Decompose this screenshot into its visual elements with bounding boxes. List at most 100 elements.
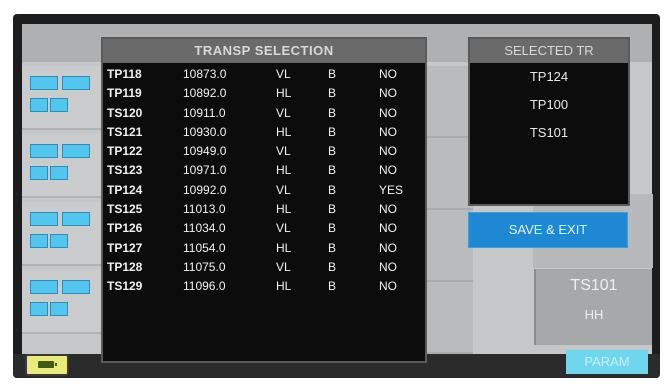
background-transponder-tile[interactable]: TS101 HH	[534, 269, 652, 345]
transponder-row[interactable]: TP124 10992.0 VL B YES	[103, 181, 425, 200]
selection-status: NO	[379, 163, 397, 178]
transponder-id: TP124	[107, 182, 143, 197]
transponder-id: TS120	[107, 105, 143, 120]
transponder-row[interactable]: TS121 10930.0 HL B NO	[103, 123, 425, 142]
level-pill	[30, 302, 48, 316]
device-frame: TS101 HH PARAM TRANSP SELECTION TP118 108…	[0, 0, 670, 385]
background-reading	[419, 210, 473, 282]
polarization-value: HL	[276, 279, 292, 294]
frequency-value: 10911.0	[183, 105, 226, 120]
transponder-row[interactable]: TP118 10873.0 VL B NO	[103, 65, 425, 84]
frequency-value: 10892.0	[183, 86, 227, 101]
selection-status: NO	[379, 259, 397, 274]
level-pill	[30, 166, 48, 180]
background-row	[22, 66, 110, 130]
tile-subtitle: HH	[584, 307, 604, 322]
selection-status: NO	[379, 240, 397, 255]
level-pill	[62, 76, 90, 90]
selected-tr-panel: SELECTED TR TP124 TP100 TS101	[468, 37, 630, 206]
transponder-row[interactable]: TP126 11034.0 VL B NO	[103, 219, 425, 238]
transponder-row[interactable]: TS129 11096.0 HL B NO	[103, 277, 425, 296]
level-pill	[50, 234, 68, 248]
band-value: B	[328, 67, 337, 81]
polarization-value: VL	[276, 259, 291, 274]
transponder-id: TS123	[107, 163, 143, 178]
band-value: B	[328, 124, 337, 139]
selected-item[interactable]: TS101	[470, 119, 628, 147]
selection-status: NO	[379, 67, 397, 81]
selected-panel-title: SELECTED TR	[470, 39, 628, 63]
background-reading	[419, 66, 473, 138]
battery-indicator	[25, 354, 69, 376]
selection-status: NO	[379, 279, 397, 294]
transponder-id: TS125	[107, 202, 143, 217]
frequency-value: 11096.0	[183, 279, 226, 294]
selected-item[interactable]: TP124	[470, 63, 628, 91]
transponder-id: TP119	[107, 86, 142, 101]
level-pill	[62, 280, 90, 294]
band-value: B	[328, 163, 337, 178]
transponder-row[interactable]: TP122 10949.0 VL B NO	[103, 142, 425, 161]
band-value: B	[328, 259, 337, 274]
level-pill	[30, 280, 58, 294]
level-pill	[62, 212, 90, 226]
frequency-value: 10949.0	[183, 144, 227, 159]
selection-status: NO	[379, 86, 397, 101]
level-pill	[30, 98, 48, 112]
transponder-id: TP127	[107, 240, 143, 255]
band-value: B	[328, 240, 337, 255]
level-pill	[62, 144, 90, 158]
transponder-id: TS129	[107, 279, 143, 294]
battery-icon	[38, 361, 57, 368]
background-reading	[419, 138, 473, 210]
level-pill	[30, 212, 58, 226]
polarization-value: HL	[276, 240, 292, 255]
level-pill	[50, 166, 68, 180]
level-pill	[30, 234, 48, 248]
frequency-value: 11054.0	[183, 240, 226, 255]
level-pill	[30, 76, 58, 90]
transponder-row[interactable]: TS120 10911.0 VL B NO	[103, 104, 425, 123]
tile-title: TS101	[570, 277, 618, 294]
band-value: B	[328, 86, 337, 101]
polarization-value: VL	[276, 144, 291, 159]
band-value: B	[328, 182, 337, 197]
frequency-value: 10971.0	[183, 163, 227, 178]
selection-status: NO	[379, 202, 397, 217]
transponder-row[interactable]: TP128 11075.0 VL B NO	[103, 258, 425, 277]
polarization-value: VL	[276, 221, 291, 236]
transp-selection-dialog: TRANSP SELECTION TP118 10873.0 VL B NO TP119 1…	[101, 37, 427, 363]
band-value: B	[328, 144, 337, 159]
transponder-row[interactable]: TS125 11013.0 HL B NO	[103, 200, 425, 219]
selection-status: NO	[379, 105, 397, 120]
selection-status: NO	[379, 124, 397, 139]
param-button[interactable]: PARAM	[566, 350, 648, 374]
frequency-value: 11034.0	[183, 221, 226, 236]
polarization-value: HL	[276, 86, 292, 101]
background-row	[22, 270, 110, 334]
polarization-value: HL	[276, 163, 292, 178]
frequency-value: 10992.0	[183, 182, 227, 197]
polarization-value: HL	[276, 202, 292, 217]
background-row	[22, 134, 110, 198]
transponder-row[interactable]: TP127 11054.0 HL B NO	[103, 239, 425, 258]
band-value: B	[328, 202, 337, 217]
transponder-id: TP126	[107, 221, 143, 236]
background-reading	[419, 282, 473, 354]
save-exit-button[interactable]: SAVE & EXIT	[468, 212, 628, 248]
frequency-value: 11075.0	[183, 259, 226, 274]
transponder-row[interactable]: TS123 10971.0 HL B NO	[103, 161, 425, 180]
background-row	[22, 202, 110, 266]
frequency-value: 10873.0	[183, 67, 227, 81]
selection-status: NO	[379, 221, 397, 236]
frequency-value: 10930.0	[183, 124, 227, 139]
transponder-row[interactable]: TP119 10892.0 HL B NO	[103, 84, 425, 103]
transponder-id: TP122	[107, 144, 143, 159]
transponder-id: TS121	[107, 124, 143, 139]
polarization-value: VL	[276, 182, 291, 197]
band-value: B	[328, 105, 337, 120]
polarization-value: VL	[276, 67, 291, 81]
dialog-title: TRANSP SELECTION	[103, 39, 425, 63]
band-value: B	[328, 279, 337, 294]
selected-item[interactable]: TP100	[470, 91, 628, 119]
